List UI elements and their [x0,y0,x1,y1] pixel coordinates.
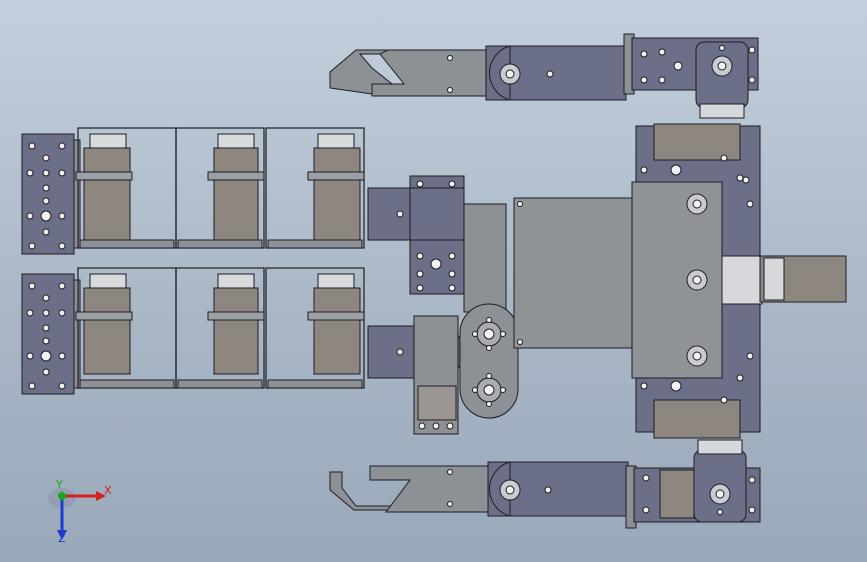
coordinate-triad: X Y Z [40,478,120,548]
y-axis-label: Y [56,478,63,491]
torso-link[interactable] [459,197,635,419]
arm-lower[interactable] [329,439,761,529]
cad-graphics-area[interactable]: X Y Z [0,0,867,562]
body-plate[interactable] [631,123,847,439]
robot-model[interactable] [0,0,867,562]
foot-bracket [21,133,75,255]
left-leg-lower[interactable] [21,267,465,435]
x-axis-label: X [104,484,112,497]
arm-upper[interactable] [329,33,759,119]
z-axis-label: Z [58,532,66,545]
left-leg-upper[interactable] [21,127,465,295]
y-axis-dot [58,492,66,500]
